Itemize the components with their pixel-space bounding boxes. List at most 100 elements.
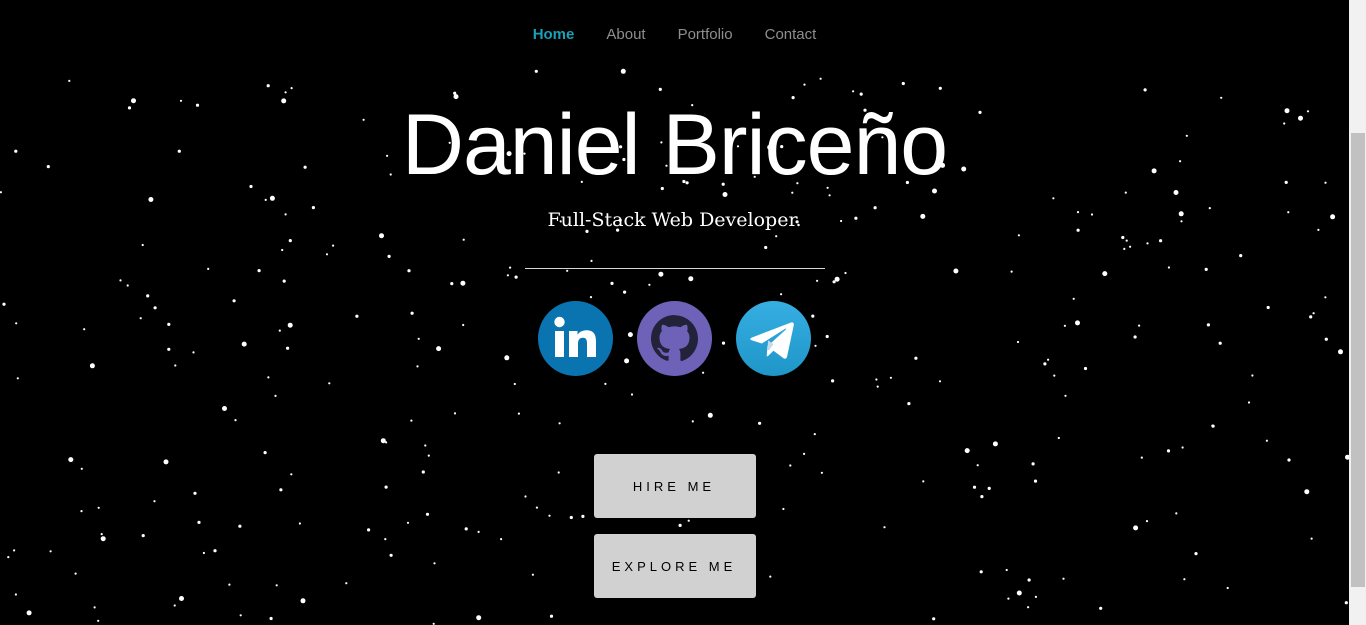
star-dot: [1304, 489, 1310, 495]
star-dot: [688, 276, 694, 282]
star-dot: [26, 610, 32, 616]
star-dot: [263, 451, 267, 455]
star-dot: [813, 433, 816, 436]
star-dot: [290, 473, 293, 476]
star-dot: [1146, 242, 1149, 245]
star-dot: [387, 254, 391, 258]
star-dot: [460, 280, 466, 286]
star-dot: [153, 500, 156, 503]
star-dot: [707, 412, 713, 418]
nav-link-about[interactable]: About: [606, 26, 645, 43]
star-dot: [282, 279, 286, 283]
star-dot: [139, 317, 142, 320]
star-dot: [1043, 362, 1047, 366]
star-dot: [1338, 349, 1343, 355]
star-dot: [581, 514, 585, 518]
star-dot: [630, 393, 634, 396]
star-dot: [769, 575, 772, 578]
star-dot: [1129, 245, 1132, 248]
star-dot: [1312, 312, 1315, 315]
star-dot: [257, 269, 261, 273]
star-dot: [14, 593, 17, 596]
star-dot: [202, 551, 205, 555]
linkedin-link[interactable]: [538, 301, 613, 376]
star-dot: [549, 614, 554, 618]
star-dot: [264, 198, 267, 201]
star-dot: [1140, 456, 1143, 459]
star-dot: [238, 524, 242, 528]
star-dot: [1310, 537, 1313, 540]
star-dot: [825, 334, 829, 339]
star-dot: [167, 322, 171, 326]
star-dot: [876, 385, 879, 388]
star-dot: [803, 452, 806, 455]
nav-link-portfolio[interactable]: Portfolio: [678, 26, 733, 43]
star-dot: [831, 379, 835, 383]
star-dot: [816, 279, 819, 282]
star-dot: [433, 562, 436, 565]
star-dot: [620, 68, 626, 74]
nav-link-home[interactable]: Home: [533, 26, 575, 43]
star-dot: [207, 267, 210, 270]
star-dot: [367, 528, 371, 532]
star-dot: [1083, 366, 1088, 371]
star-dot: [1266, 305, 1270, 310]
star-dot: [979, 570, 983, 574]
star-dot: [477, 530, 480, 533]
star-dot: [811, 314, 815, 318]
star-dot: [548, 514, 551, 517]
nav-link-contact[interactable]: Contact: [765, 26, 817, 43]
star-dot: [298, 522, 301, 525]
star-dot: [1324, 337, 1328, 341]
star-dot: [814, 344, 817, 347]
star-dot: [1265, 439, 1268, 442]
star-dot: [1133, 525, 1139, 531]
star-dot: [1033, 479, 1038, 483]
explore-me-button[interactable]: EXPLORE ME: [594, 534, 756, 598]
scrollbar-thumb[interactable]: [1351, 133, 1365, 587]
star-dot: [1206, 323, 1210, 327]
star-dot: [410, 419, 413, 422]
star-dot: [1034, 595, 1037, 599]
star-dot: [407, 269, 411, 273]
star-dot: [146, 294, 150, 298]
star-dot: [141, 534, 145, 538]
star-dot: [286, 346, 290, 350]
star-dot: [819, 77, 822, 80]
star-dot: [517, 412, 521, 415]
star-dot: [907, 402, 911, 406]
github-link[interactable]: [637, 301, 712, 376]
star-dot: [97, 506, 100, 509]
hire-me-button[interactable]: HIRE ME: [594, 454, 756, 518]
star-dot: [1204, 267, 1208, 271]
star-dot: [509, 266, 512, 269]
hero-divider: [525, 268, 825, 269]
telegram-icon: [736, 301, 811, 376]
star-dot: [462, 238, 465, 241]
star-dot: [424, 444, 427, 447]
github-icon: [637, 301, 712, 376]
star-dot: [992, 441, 998, 447]
star-dot: [126, 284, 129, 287]
star-dot: [425, 512, 430, 516]
star-dot: [980, 495, 984, 499]
linkedin-icon: [538, 301, 613, 376]
star-dot: [7, 556, 10, 559]
star-dot: [174, 364, 177, 367]
star-dot: [290, 87, 293, 90]
star-dot: [590, 259, 593, 262]
star-dot: [1017, 234, 1021, 237]
star-dot: [803, 83, 806, 86]
star-dot: [610, 281, 614, 285]
star-dot: [284, 91, 287, 94]
star-dot: [1027, 606, 1030, 609]
star-dot: [1239, 254, 1243, 258]
star-dot: [1075, 320, 1080, 326]
telegram-link[interactable]: [736, 301, 811, 376]
star-dot: [883, 526, 886, 529]
star-dot: [623, 290, 627, 294]
star-dot: [687, 519, 690, 522]
star-dot: [658, 271, 664, 277]
star-dot: [269, 195, 275, 201]
star-dot: [287, 322, 293, 328]
